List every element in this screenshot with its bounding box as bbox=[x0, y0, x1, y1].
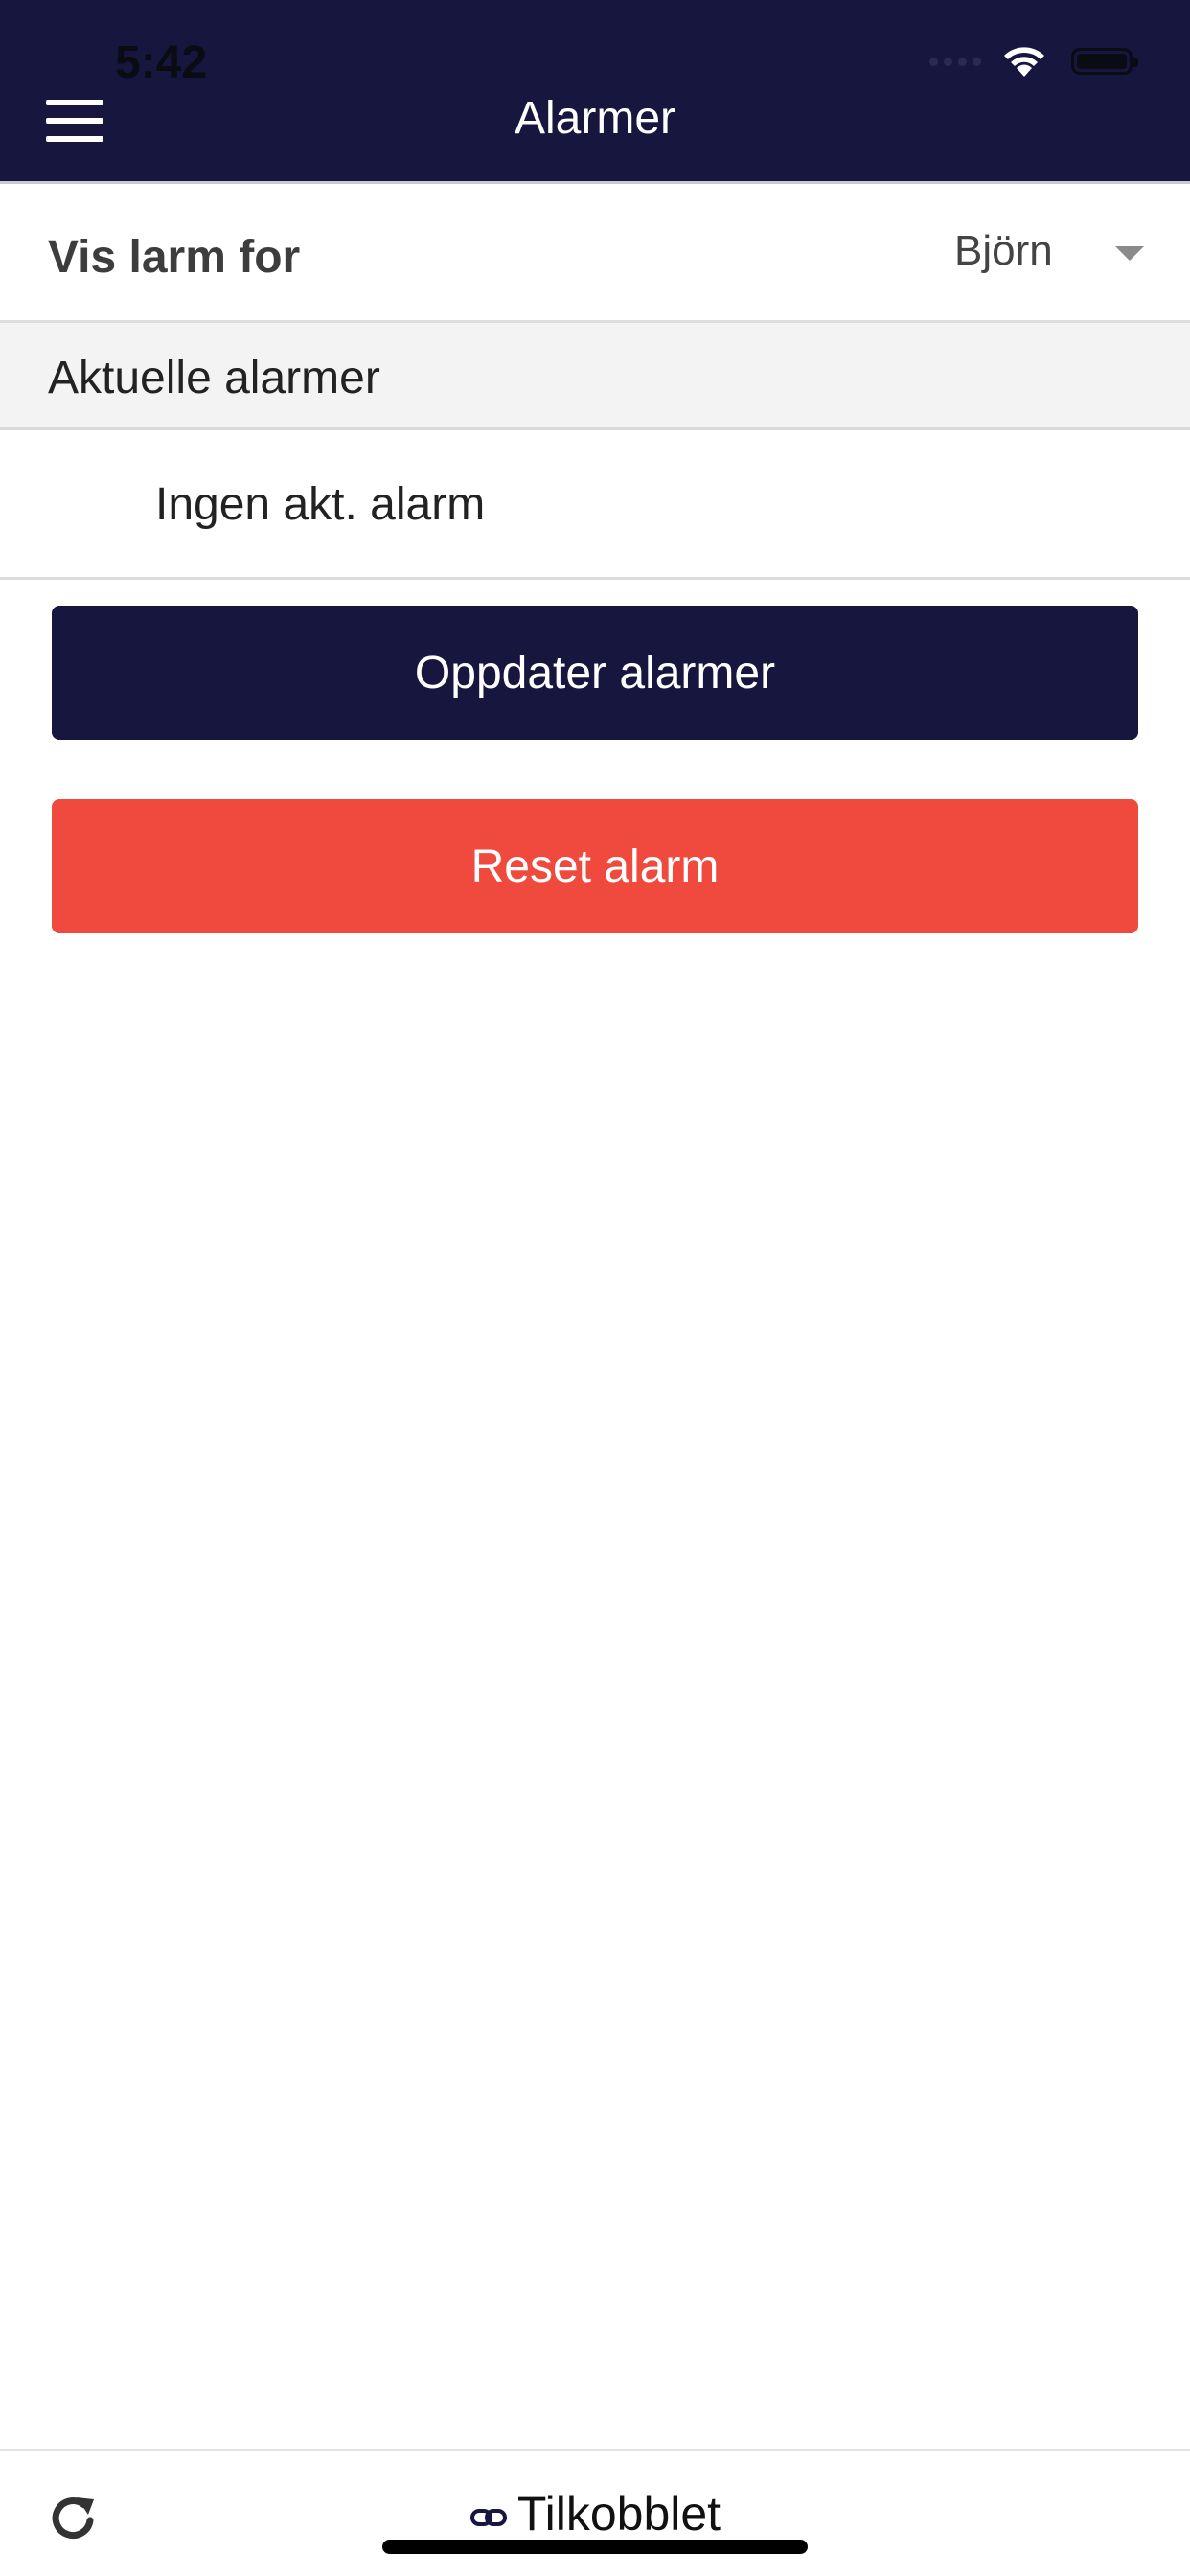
current-alarms-section-header: Aktuelle alarmer bbox=[0, 323, 1190, 430]
chevron-down-icon bbox=[1115, 246, 1144, 261]
reset-alarm-button[interactable]: Reset alarm bbox=[52, 799, 1138, 933]
show-alarms-for-row: Vis larm for Björn bbox=[0, 187, 1190, 323]
update-alarms-button[interactable]: Oppdater alarmer bbox=[52, 606, 1138, 740]
footer-bar: Tilkobblet bbox=[0, 2449, 1190, 2576]
no-alarm-text: Ingen akt. alarm bbox=[155, 479, 486, 530]
app-header: 5:42 Alarmer bbox=[0, 0, 1190, 184]
page-title: Alarmer bbox=[514, 93, 676, 144]
wifi-icon bbox=[1004, 47, 1044, 77]
status-bar-icons bbox=[929, 42, 1138, 80]
alarm-list-item: Ingen akt. alarm bbox=[0, 430, 1190, 580]
home-indicator bbox=[382, 2540, 808, 2554]
connection-status-text: Tilkobblet bbox=[516, 2487, 721, 2541]
link-icon bbox=[469, 2508, 507, 2526]
cellular-signal-icon bbox=[929, 57, 981, 66]
section-title: Aktuelle alarmer bbox=[48, 353, 380, 403]
person-select-value: Björn bbox=[954, 227, 1053, 274]
person-select[interactable]: Björn bbox=[920, 216, 1190, 292]
connection-status: Tilkobblet bbox=[0, 2486, 1190, 2542]
show-alarms-for-label: Vis larm for bbox=[48, 232, 301, 283]
battery-icon bbox=[1071, 48, 1138, 75]
status-bar-time: 5:42 bbox=[115, 37, 208, 88]
